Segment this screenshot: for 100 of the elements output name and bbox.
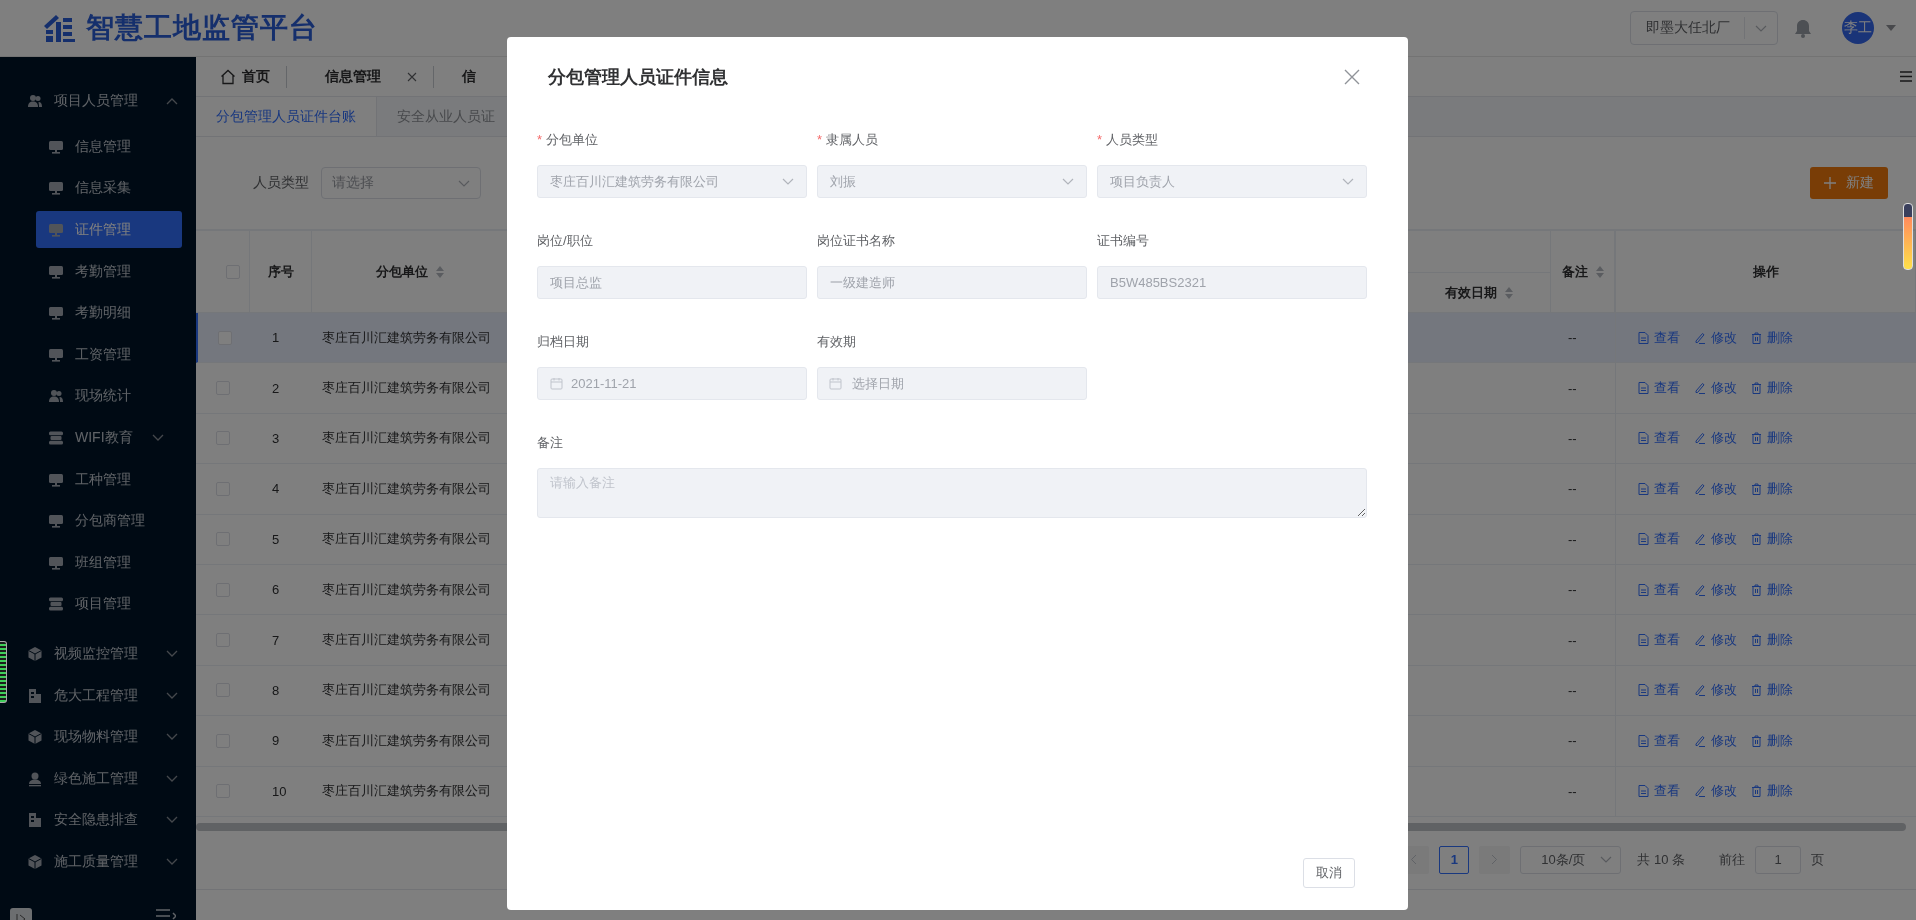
table-cell: 枣庄百川汇建筑劳务有限公司 [322,731,491,750]
home-tab[interactable]: 首页 [216,65,287,88]
action-link[interactable]: 修改 [1694,530,1737,549]
action-link[interactable]: 删除 [1751,681,1793,700]
close-icon[interactable] [407,71,417,82]
table-cell: 6 [272,582,280,598]
table-cell: 9 [272,733,280,749]
action-link[interactable]: 删除 [1751,429,1793,448]
sub-tab[interactable]: 分包管理人员证件台账 [196,97,377,136]
table-cell: -- [1568,682,1577,698]
page-tab[interactable]: 信息管理 [287,65,434,88]
sidebar-item[interactable]: 分包商管理 [36,500,182,542]
action-link[interactable]: 修改 [1694,681,1737,700]
trash-icon [1751,734,1762,747]
table-cell: -- [1568,582,1577,598]
sidebar-group[interactable]: 危大工程管理 [8,674,196,717]
column-header[interactable]: 备注 [1551,231,1615,313]
next-page-button[interactable] [1479,845,1511,874]
document-icon [1638,482,1649,495]
column-header[interactable]: 有效日期 [1408,273,1550,312]
action-link[interactable]: 查看 [1638,379,1680,398]
goto-page-field[interactable]: 1 [1755,845,1801,874]
page-size-select[interactable]: 10条/页 [1520,845,1622,874]
sidebar-group[interactable]: 现场物料管理 [8,716,196,758]
sidebar-item[interactable]: 工资管理 [36,333,182,376]
cancel-button[interactable]: 取消 [1303,858,1355,888]
new-button[interactable]: 新建 [1810,167,1888,199]
action-link[interactable]: 查看 [1638,328,1680,347]
pencil-icon [1694,634,1706,647]
calendar-icon [550,377,563,390]
action-link[interactable]: 删除 [1751,731,1793,750]
monitor-icon [48,305,64,322]
sidebar-item[interactable]: 考勤明细 [36,292,182,334]
sidebar-item[interactable]: WIFI教育 [36,417,182,459]
action-link[interactable]: 删除 [1751,379,1793,398]
page-tab[interactable]: 信 [434,65,492,88]
sort-icon[interactable] [435,265,444,278]
monitor-icon [48,513,64,530]
action-link[interactable]: 查看 [1638,530,1680,549]
sort-icon[interactable] [1505,286,1513,299]
calendar-icon [829,377,842,390]
menu-icon[interactable] [1900,71,1912,82]
sidebar-item[interactable]: 班组管理 [36,541,182,584]
sidebar-item[interactable]: 考勤管理 [36,250,182,293]
action-link[interactable]: 删除 [1751,782,1793,801]
action-link[interactable]: 修改 [1694,328,1737,347]
sort-icon[interactable] [1595,265,1604,278]
pencil-icon [1694,734,1706,747]
sidebar-item[interactable]: 工种管理 [36,458,182,501]
caret-icon[interactable] [1886,25,1896,31]
sidebar-item[interactable]: 信息采集 [36,167,182,210]
action-link[interactable]: 查看 [1638,681,1680,700]
sidebar-item[interactable]: 现场统计 [36,375,182,418]
action-link[interactable]: 删除 [1751,328,1793,347]
users-icon [48,388,64,405]
action-link[interactable]: 删除 [1751,631,1793,650]
action-link[interactable]: 查看 [1638,479,1680,498]
site-select[interactable]: 即墨大任北厂 [1630,11,1778,45]
table-cell: 枣庄百川汇建筑劳务有限公司 [322,429,491,448]
user-avatar[interactable]: 李工 [1842,12,1874,44]
bell-icon[interactable] [1794,18,1812,38]
table-cell: 枣庄百川汇建筑劳务有限公司 [322,631,491,650]
sidebar-group[interactable]: 施工质量管理 [8,841,196,883]
meter-indicator [0,641,7,703]
action-link[interactable]: 修改 [1694,731,1737,750]
action-link[interactable]: 修改 [1694,479,1737,498]
field-label: 有效期 [817,333,857,351]
action-link[interactable]: 查看 [1638,429,1680,448]
action-link[interactable]: 修改 [1694,379,1737,398]
action-link[interactable]: 查看 [1638,731,1680,750]
sidebar-item[interactable]: 证件管理 [36,211,182,249]
document-icon [1638,533,1649,546]
field-label: * 隶属人员 [817,131,880,149]
pencil-icon [1694,331,1706,344]
action-link[interactable]: 修改 [1694,631,1737,650]
action-link[interactable]: 修改 [1694,580,1737,599]
action-link[interactable]: 查看 [1638,782,1680,801]
action-link[interactable]: 查看 [1638,631,1680,650]
pencil-icon [1694,432,1706,445]
menu-fold-icon[interactable] [156,908,176,920]
sidebar-group[interactable]: 安全隐患排查 [8,799,196,842]
close-button[interactable] [1344,69,1360,85]
sidebar-group[interactable]: 绿色施工管理 [8,757,196,800]
sidebar-item[interactable]: 项目管理 [36,583,182,626]
action-link[interactable]: 删除 [1751,479,1793,498]
table-cell: -- [1568,430,1577,446]
action-link[interactable]: 修改 [1694,429,1737,448]
action-link[interactable]: 修改 [1694,782,1737,801]
sidebar-group[interactable]: 视频监控管理 [8,633,196,675]
table-cell: -- [1568,783,1577,799]
sidebar-item[interactable]: 信息管理 [36,126,182,168]
page-button[interactable]: 1 [1439,845,1470,874]
action-link[interactable]: 删除 [1751,530,1793,549]
pencil-icon [1694,533,1706,546]
action-link[interactable]: 删除 [1751,580,1793,599]
table-cell: -- [1568,330,1577,346]
action-link[interactable]: 查看 [1638,580,1680,599]
plus-icon [1824,177,1836,189]
sidebar-group[interactable]: 项目人员管理 [8,76,196,126]
table-cell: 枣庄百川汇建筑劳务有限公司 [322,782,491,801]
